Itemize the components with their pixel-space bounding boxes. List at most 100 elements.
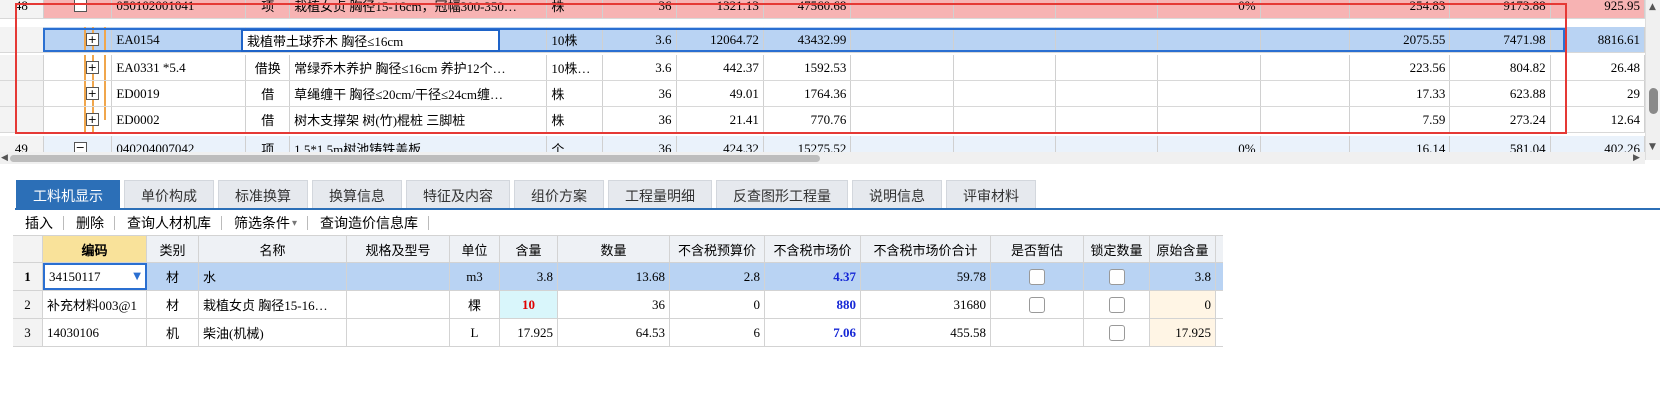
lock-quantity-checkbox[interactable]	[1108, 324, 1125, 341]
tab-pricing-scheme[interactable]: 组价方案	[514, 180, 604, 210]
delete-button[interactable]: 删除	[76, 213, 114, 233]
query-price-info-button[interactable]: 查询造价信息库	[320, 213, 428, 233]
header-quantity[interactable]: 数量	[558, 236, 670, 262]
tree-toggle[interactable]: −	[44, 0, 113, 18]
table-row[interactable]: 3 14030106 机 柴油(机械) L 17.925 64.53 6 7.0…	[13, 319, 1223, 347]
name-cell	[290, 27, 548, 52]
header-unit[interactable]: 单位	[450, 236, 500, 262]
query-material-library-button[interactable]: 查询人材机库	[127, 213, 221, 233]
table-row[interactable]: + EA0154 借换 10株 3.6 12064.72 43432.99 20…	[0, 27, 1645, 53]
table-row[interactable]: + ED0002 借 树木支撑架 树(竹)棍桩 三脚桩 株 36 21.41 7…	[0, 107, 1645, 133]
tree-toggle[interactable]: +	[44, 107, 113, 132]
header-content[interactable]: 含量	[500, 236, 558, 262]
code-input[interactable]: 34150117 ▼	[43, 263, 147, 290]
horizontal-scroll-thumb[interactable]	[10, 155, 820, 162]
quantity-cell: 36	[603, 107, 677, 132]
expand-icon[interactable]: +	[85, 33, 99, 46]
tab-standard-conversion[interactable]: 标准换算	[218, 180, 308, 210]
tab-conversion-info[interactable]: 换算信息	[312, 180, 402, 210]
market-price-cell[interactable]: 7.06	[765, 319, 861, 346]
market-price-cell[interactable]: 880	[765, 291, 861, 318]
original-content-cell: 0	[1150, 291, 1216, 318]
sub-item-grid[interactable]: 48 − 050102001041 项 栽植女贞 胸径15-16cm，冠幅300…	[0, 0, 1645, 160]
header-category[interactable]: 类别	[147, 236, 199, 262]
table-row[interactable]: + ED0019 借 草绳缠干 胸径≤20cm/干径≤24cm缠… 株 36 4…	[0, 81, 1645, 107]
filter-dropdown[interactable]: 筛选条件 ▾	[234, 213, 307, 233]
empty-cell	[1056, 0, 1159, 18]
header-provisional[interactable]: 是否暂估	[991, 236, 1084, 262]
value-cell: 2075.55	[1350, 27, 1451, 52]
content-cell[interactable]: 10	[500, 291, 558, 318]
original-content-cell: 3.8	[1150, 263, 1216, 290]
tab-reverse-graphic-quantity[interactable]: 反查图形工程量	[716, 180, 848, 210]
total-price-cell: 47560.68	[764, 0, 852, 18]
code-cell: 补充材料003@1	[43, 291, 147, 318]
provisional-checkbox[interactable]	[1029, 268, 1045, 285]
scroll-up-icon[interactable]: ▲	[1649, 2, 1656, 12]
scroll-down-icon[interactable]: ▼	[1649, 142, 1656, 152]
category-cell: 项	[246, 0, 291, 18]
value-cell: 273.24	[1450, 107, 1551, 132]
lock-quantity-checkbox[interactable]	[1108, 296, 1125, 313]
budget-price-cell: 6	[670, 319, 765, 346]
row-number	[0, 55, 44, 80]
content-cell[interactable]: 3.8	[500, 263, 558, 290]
category-cell: 机	[147, 319, 199, 346]
table-row[interactable]: 2 补充材料003@1 材 栽植女贞 胸径15-16… 棵 10 36 0 88…	[13, 291, 1223, 319]
header-budget-price[interactable]: 不含税预算价	[670, 236, 765, 262]
expand-icon[interactable]: +	[85, 87, 99, 100]
material-grid[interactable]: 编码 类别 名称 规格及型号 单位 含量 数量 不含税预算价 不含税市场价 不含…	[13, 235, 1223, 347]
tab-features-content[interactable]: 特征及内容	[406, 180, 510, 210]
table-row[interactable]: 48 − 050102001041 项 栽植女贞 胸径15-16cm，冠幅300…	[0, 0, 1645, 19]
provisional-cell	[991, 291, 1084, 318]
table-row[interactable]: 1 34150117 ▼ 材 水 m3 3.8 13.68 2.8 4.37 59…	[13, 263, 1223, 291]
total-price-cell: 1764.36	[764, 81, 852, 106]
tab-unit-price-composition[interactable]: 单价构成	[124, 180, 214, 210]
row-number: 3	[13, 319, 43, 346]
unit-cell: m3	[450, 263, 500, 290]
budget-price-cell: 2.8	[670, 263, 765, 290]
header-spec[interactable]: 规格及型号	[347, 236, 450, 262]
tree-toggle[interactable]: +	[44, 27, 113, 52]
header-original-content[interactable]: 原始含量	[1150, 236, 1216, 262]
chevron-down-icon: ▾	[292, 217, 298, 229]
tree-toggle[interactable]: +	[44, 55, 113, 80]
vertical-scrollbar[interactable]: ▲ ▼	[1645, 0, 1660, 160]
tab-underline	[15, 208, 1660, 210]
spec-cell	[347, 319, 450, 346]
market-price-cell[interactable]: 4.37	[765, 263, 861, 290]
row-number-header	[13, 236, 43, 262]
header-code[interactable]: 编码	[43, 236, 147, 262]
horizontal-scrollbar[interactable]: ◀ ▶	[0, 152, 1645, 164]
collapse-icon[interactable]: −	[73, 0, 87, 12]
category-cell: 借换	[246, 55, 291, 80]
tab-quantity-detail[interactable]: 工程量明细	[608, 180, 712, 210]
empty-cell	[1261, 27, 1350, 52]
name-cell: 栽植女贞 胸径15-16cm，冠幅300-350…	[290, 0, 548, 18]
expand-icon[interactable]: +	[85, 113, 99, 126]
quantity-cell: 13.68	[558, 263, 670, 290]
table-row[interactable]: + EA0331 *5.4 借换 常绿乔木养护 胸径≤16cm 养护12个… 1…	[0, 55, 1645, 81]
header-name[interactable]: 名称	[199, 236, 347, 262]
tab-description-info[interactable]: 说明信息	[852, 180, 942, 210]
value-cell: 26.48	[1551, 55, 1645, 80]
header-market-total[interactable]: 不含税市场价合计	[861, 236, 991, 262]
header-lock-quantity[interactable]: 锁定数量	[1084, 236, 1150, 262]
toolbar-divider	[63, 216, 64, 230]
lock-quantity-checkbox[interactable]	[1108, 268, 1125, 285]
tree-toggle[interactable]: +	[44, 81, 113, 106]
expand-icon[interactable]: +	[85, 61, 99, 74]
scroll-left-icon[interactable]: ◀	[1, 153, 8, 163]
header-market-price[interactable]: 不含税市场价	[765, 236, 861, 262]
insert-button[interactable]: 插入	[25, 213, 63, 233]
unit-cell: 10株…	[547, 55, 603, 80]
content-cell[interactable]: 17.925	[500, 319, 558, 346]
tab-material-display[interactable]: 工料机显示	[16, 180, 120, 210]
dropdown-arrow-icon[interactable]: ▼	[133, 271, 141, 282]
row-number	[0, 27, 44, 52]
scroll-right-icon[interactable]: ▶	[1633, 153, 1640, 163]
provisional-checkbox[interactable]	[1029, 296, 1045, 313]
name-cell: 水	[199, 263, 347, 290]
vertical-scroll-thumb[interactable]	[1649, 88, 1658, 114]
tab-review-materials[interactable]: 评审材料	[946, 180, 1036, 210]
